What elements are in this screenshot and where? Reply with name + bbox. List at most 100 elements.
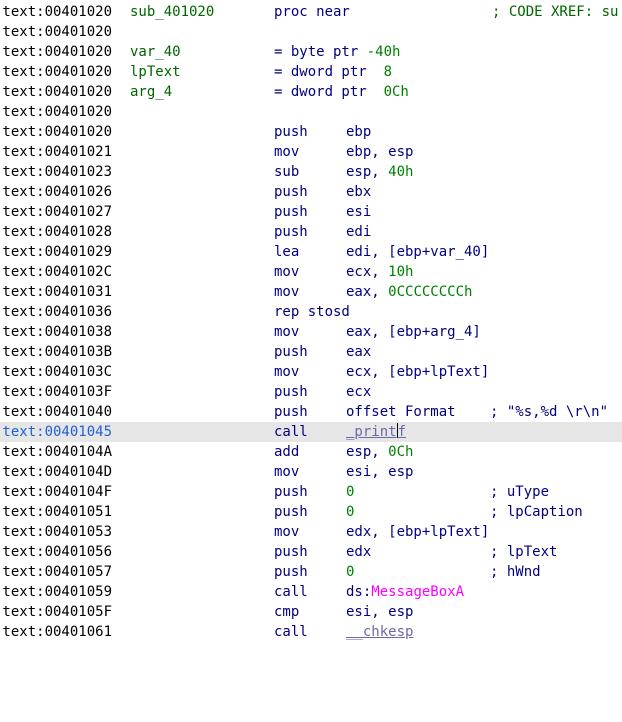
address: .text:00401059 bbox=[0, 584, 113, 600]
mnemonic: mov bbox=[274, 464, 300, 480]
operands[interactable]: eax, [ebp+arg_4] bbox=[346, 322, 481, 342]
listing-row-selected[interactable]: .text:00401045 call _printf bbox=[0, 422, 622, 442]
listing-row[interactable]: .text:00401020 var_40 = byte ptr -40h bbox=[0, 42, 622, 62]
mnemonic: push bbox=[274, 344, 308, 360]
address: .text:00401020 bbox=[0, 4, 113, 20]
xref-comment[interactable]: ; CODE XREF: su bbox=[492, 2, 618, 22]
operands[interactable]: 0 bbox=[346, 502, 354, 522]
function-label[interactable]: sub_401020 bbox=[130, 2, 214, 22]
mnemonic: push bbox=[274, 564, 308, 580]
listing-row[interactable]: .text:00401020 push ebp bbox=[0, 122, 622, 142]
listing-row[interactable]: .text:0040103F push ecx bbox=[0, 382, 622, 402]
listing-row[interactable]: .text:00401020 sub_401020 proc near ; CO… bbox=[0, 2, 622, 22]
listing-row[interactable]: .text:00401051 push 0 ; lpCaption bbox=[0, 502, 622, 522]
listing-row[interactable]: .text:0040103B push eax bbox=[0, 342, 622, 362]
address: .text:00401061 bbox=[0, 624, 113, 640]
listing-row[interactable]: .text:00401029 lea edi, [ebp+var_40] bbox=[0, 242, 622, 262]
listing-row[interactable]: .text:00401056 push edx ; lpText bbox=[0, 542, 622, 562]
operands[interactable]: eax, 0CCCCCCCCh bbox=[346, 282, 472, 302]
mnemonic: mov bbox=[274, 364, 300, 380]
address: .text:00401056 bbox=[0, 544, 113, 560]
listing-row[interactable]: .text:00401053 mov edx, [ebp+lpText] bbox=[0, 522, 622, 542]
operands[interactable]: edx, [ebp+lpText] bbox=[346, 522, 489, 542]
address: .text:0040103B bbox=[0, 344, 113, 360]
listing-row[interactable]: .text:00401027 push esi bbox=[0, 202, 622, 222]
address: .text:0040103F bbox=[0, 384, 113, 400]
mnemonic: push bbox=[274, 204, 308, 220]
operands[interactable]: esp, 0Ch bbox=[346, 442, 413, 462]
operands[interactable]: ds:MessageBoxA bbox=[346, 582, 464, 602]
operands[interactable]: ebx bbox=[346, 182, 371, 202]
listing-row[interactable]: .text:00401057 push 0 ; hWnd bbox=[0, 562, 622, 582]
mnemonic: sub bbox=[274, 164, 300, 180]
listing-row[interactable]: .text:00401036 rep stosd bbox=[0, 302, 622, 322]
listing-row[interactable]: .text:00401028 push edi bbox=[0, 222, 622, 242]
operands[interactable]: edi bbox=[346, 222, 371, 242]
address: .text:00401027 bbox=[0, 204, 113, 220]
operands[interactable]: edx bbox=[346, 542, 371, 562]
operands[interactable]: esi, esp bbox=[346, 462, 413, 482]
mnemonic: call bbox=[274, 424, 308, 440]
listing-row[interactable]: .text:00401061 call __chkesp bbox=[0, 622, 622, 642]
listing-row[interactable]: .text:0040104F push 0 ; uType bbox=[0, 482, 622, 502]
operands[interactable]: ebp, esp bbox=[346, 142, 413, 162]
listing-row[interactable]: .text:0040104A add esp, 0Ch bbox=[0, 442, 622, 462]
mnemonic: mov bbox=[274, 264, 300, 280]
operands[interactable]: esi bbox=[346, 202, 371, 222]
listing-row[interactable]: .text:0040102C mov ecx, 10h bbox=[0, 262, 622, 282]
listing-row[interactable]: .text:00401040 push offset Format ; "%s,… bbox=[0, 402, 622, 422]
arg-comment: ; lpText bbox=[490, 544, 558, 560]
listing-row[interactable]: .text:00401031 mov eax, 0CCCCCCCCh bbox=[0, 282, 622, 302]
mnemonic: push bbox=[274, 224, 308, 240]
address: .text:00401053 bbox=[0, 524, 113, 540]
mnemonic: push bbox=[274, 124, 308, 140]
stack-var-label[interactable]: lpText bbox=[130, 62, 181, 82]
listing-row[interactable]: .text:0040105F cmp esi, esp bbox=[0, 602, 622, 622]
proc-directive: proc near bbox=[274, 4, 350, 20]
operands[interactable]: _printf bbox=[346, 422, 406, 442]
mnemonic: push bbox=[274, 544, 308, 560]
operands[interactable]: offset Format bbox=[346, 402, 456, 422]
operands[interactable]: esi, esp bbox=[346, 602, 413, 622]
mnemonic: mov bbox=[274, 524, 300, 540]
arg-comment: ; lpCaption bbox=[490, 504, 583, 520]
mnemonic: cmp bbox=[274, 604, 300, 620]
mnemonic: lea bbox=[274, 244, 300, 260]
listing-row[interactable]: .text:00401023 sub esp, 40h bbox=[0, 162, 622, 182]
mnemonic: mov bbox=[274, 144, 300, 160]
address: .text:00401020 bbox=[0, 124, 113, 140]
disassembly-listing[interactable]: .text:00401020 sub_401020 proc near ; CO… bbox=[0, 2, 622, 642]
listing-row[interactable]: .text:00401021 mov ebp, esp bbox=[0, 142, 622, 162]
stack-var-definition: = byte ptr -40h bbox=[274, 44, 401, 60]
address: .text:00401026 bbox=[0, 184, 113, 200]
listing-row[interactable]: .text:0040103C mov ecx, [ebp+lpText] bbox=[0, 362, 622, 382]
listing-row[interactable]: .text:00401020 lpText = dword ptr 8 bbox=[0, 62, 622, 82]
operands[interactable]: __chkesp bbox=[346, 622, 413, 642]
address: .text:00401040 bbox=[0, 404, 113, 420]
operands[interactable]: eax bbox=[346, 342, 371, 362]
operands[interactable]: ecx, [ebp+lpText] bbox=[346, 362, 489, 382]
mnemonic: mov bbox=[274, 324, 300, 340]
mnemonic: push bbox=[274, 484, 308, 500]
address: .text:00401045 bbox=[0, 424, 113, 440]
listing-row[interactable]: .text:00401026 push ebx bbox=[0, 182, 622, 202]
listing-row[interactable]: .text:00401038 mov eax, [ebp+arg_4] bbox=[0, 322, 622, 342]
operands[interactable]: ecx bbox=[346, 382, 371, 402]
mnemonic: add bbox=[274, 444, 300, 460]
operands[interactable]: 0 bbox=[346, 562, 354, 582]
operands[interactable]: ebp bbox=[346, 122, 371, 142]
address: .text:00401057 bbox=[0, 564, 113, 580]
operands[interactable]: edi, [ebp+var_40] bbox=[346, 242, 489, 262]
listing-row[interactable]: .text:0040104D mov esi, esp bbox=[0, 462, 622, 482]
listing-row[interactable]: .text:00401020 bbox=[0, 22, 622, 42]
operands[interactable]: esp, 40h bbox=[346, 162, 413, 182]
listing-row[interactable]: .text:00401020 arg_4 = dword ptr 0Ch bbox=[0, 82, 622, 102]
stack-var-label[interactable]: arg_4 bbox=[130, 82, 172, 102]
listing-row[interactable]: .text:00401059 call ds:MessageBoxA bbox=[0, 582, 622, 602]
stack-var-label[interactable]: var_40 bbox=[130, 42, 181, 62]
operands[interactable]: 0 bbox=[346, 482, 354, 502]
stack-var-definition: = dword ptr 0Ch bbox=[274, 84, 409, 100]
mnemonic: push bbox=[274, 384, 308, 400]
operands[interactable]: ecx, 10h bbox=[346, 262, 413, 282]
listing-row[interactable]: .text:00401020 bbox=[0, 102, 622, 122]
